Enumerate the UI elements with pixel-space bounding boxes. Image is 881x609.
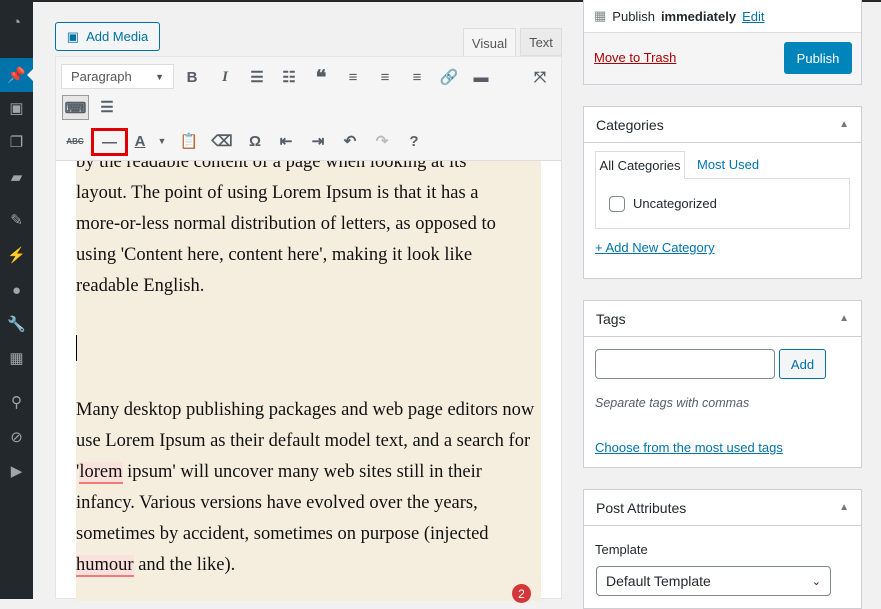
format-select[interactable]: Paragraph ▼ xyxy=(61,64,174,89)
choose-tags-link[interactable]: Choose from the most used tags xyxy=(595,440,783,455)
text-line: more-or-less normal distribution of lett… xyxy=(76,214,496,234)
tags-hint: Separate tags with commas xyxy=(595,396,750,410)
indent-icon[interactable]: ⇥ xyxy=(306,129,330,153)
align-center-icon[interactable]: ≡ xyxy=(373,65,397,89)
horizontal-line-icon[interactable]: — xyxy=(91,128,128,156)
text-color-icon[interactable]: A xyxy=(128,129,152,153)
post-attributes-box: Post Attributes ▲ Template Default Templa… xyxy=(583,489,862,609)
tab-visual[interactable]: Visual xyxy=(463,28,516,57)
appearance-icon[interactable]: ✎ xyxy=(0,203,33,237)
play-icon[interactable]: ▶ xyxy=(0,454,33,488)
text-line: by the readable content of a page when l… xyxy=(76,161,467,172)
editor-toolbar: Paragraph ▼ B I ☰ ☷ ❝ ≡ ≡ ≡ 🔗 ▬ ⤧ ⌨ ☰ ABC… xyxy=(56,57,561,161)
move-to-trash-link[interactable]: Move to Trash xyxy=(594,50,676,65)
spelling-error[interactable]: humour xyxy=(76,555,134,577)
text-cursor xyxy=(76,335,77,361)
box-title: Categories xyxy=(596,116,664,133)
collapse-icon[interactable]: ▲ xyxy=(839,502,849,513)
align-right-icon[interactable]: ≡ xyxy=(405,65,429,89)
dashboard-icon[interactable]: ◔ xyxy=(0,5,33,39)
special-character-icon[interactable]: Ω xyxy=(243,129,267,153)
outdent-icon[interactable]: ⇤ xyxy=(274,129,298,153)
collapse-icon[interactable]: ▲ xyxy=(839,119,849,130)
publish-button[interactable]: Publish xyxy=(784,42,852,74)
notification-badge[interactable]: 2 xyxy=(512,584,531,603)
editor-content[interactable]: by the readable content of a page when l… xyxy=(76,161,541,601)
tab-all-categories[interactable]: All Categories xyxy=(595,151,685,179)
publish-box: ▦ Publish immediately Edit Move to Trash P… xyxy=(583,0,862,85)
chevron-down-icon: ⌄ xyxy=(811,575,821,588)
pages-icon[interactable]: ❐ xyxy=(0,125,33,159)
spelling-error[interactable]: lorem xyxy=(79,462,123,484)
clear-formatting-icon[interactable]: ⌫ xyxy=(210,129,234,153)
chevron-down-icon[interactable]: ▼ xyxy=(150,129,174,153)
paste-text-icon[interactable]: 📋 xyxy=(177,129,201,153)
settings-icon[interactable]: ▦ xyxy=(0,341,33,375)
tag-input[interactable] xyxy=(595,349,775,379)
undo-icon[interactable]: ↶ xyxy=(338,129,362,153)
tags-box: Tags ▲ Add Separate tags with commas Choo… xyxy=(583,300,862,468)
plugins-icon[interactable]: ⚡ xyxy=(0,238,33,272)
chevron-down-icon: ▼ xyxy=(155,71,164,82)
paragraph: by the readable content of a page when l… xyxy=(76,161,541,302)
category-list: Uncategorized xyxy=(595,178,850,229)
paragraph: Many desktop publishing packages and web… xyxy=(76,400,535,577)
location-icon[interactable]: ⚲ xyxy=(0,385,33,419)
read-more-icon[interactable]: ▬ xyxy=(469,65,493,89)
toolbar-toggle-icon[interactable]: ⌨ xyxy=(62,95,89,120)
bold-button[interactable]: B xyxy=(180,65,204,89)
categories-box: Categories ▲ All Categories Most Used Unc… xyxy=(583,106,862,279)
bullet-list-icon[interactable]: ☰ xyxy=(245,65,269,89)
box-title: Post Attributes xyxy=(596,499,687,516)
collapse-icon[interactable]: ▲ xyxy=(839,313,849,324)
add-media-button[interactable]: ▣ Add Media xyxy=(55,22,160,51)
media-icon[interactable]: ▣ xyxy=(0,91,33,125)
media-icon: ▣ xyxy=(66,28,80,44)
comments-icon[interactable]: ▰ xyxy=(0,160,33,194)
help-icon[interactable]: ? xyxy=(402,129,426,153)
users-icon[interactable]: ● xyxy=(0,273,33,307)
edit-icon[interactable]: ⊘ xyxy=(0,420,33,454)
tab-text[interactable]: Text xyxy=(520,28,562,56)
strikethrough-icon[interactable]: ABC xyxy=(63,129,87,153)
text-line: readable English. xyxy=(76,276,205,296)
tools-icon[interactable]: 🔧 xyxy=(0,307,33,341)
edit-date-link[interactable]: Edit xyxy=(742,9,764,24)
admin-sidebar: ◔ 📌 ▣ ❐ ▰ ✎ ⚡ ● 🔧 ▦ ⚲ ⊘ ▶ xyxy=(0,0,33,599)
quote-icon[interactable]: ❝ xyxy=(309,65,333,89)
add-new-category-link[interactable]: + Add New Category xyxy=(595,240,715,255)
text-line: layout. The point of using Lorem Ipsum i… xyxy=(76,183,479,203)
editor: Paragraph ▼ B I ☰ ☷ ❝ ≡ ≡ ≡ 🔗 ▬ ⤧ ⌨ ☰ ABC… xyxy=(55,56,562,603)
calendar-icon: ▦ xyxy=(594,8,607,23)
template-label: Template xyxy=(595,542,648,557)
align-left-icon[interactable]: ≡ xyxy=(341,65,365,89)
category-checkbox[interactable] xyxy=(609,195,625,212)
fullscreen-icon[interactable]: ⤧ xyxy=(528,65,552,89)
add-tag-button[interactable]: Add xyxy=(779,349,826,379)
link-icon[interactable]: 🔗 xyxy=(437,65,461,89)
text-line: using 'Content here, content here', maki… xyxy=(76,245,473,265)
italic-button[interactable]: I xyxy=(213,65,237,89)
pin-icon[interactable]: 📌 xyxy=(0,58,33,92)
template-select[interactable]: Default Template ⌄ xyxy=(596,566,831,596)
box-title: Tags xyxy=(596,310,626,327)
distraction-free-icon[interactable]: ☰ xyxy=(95,95,119,119)
redo-icon[interactable]: ↷ xyxy=(370,129,394,153)
tab-most-used[interactable]: Most Used xyxy=(697,157,759,172)
numbered-list-icon[interactable]: ☷ xyxy=(277,65,301,89)
